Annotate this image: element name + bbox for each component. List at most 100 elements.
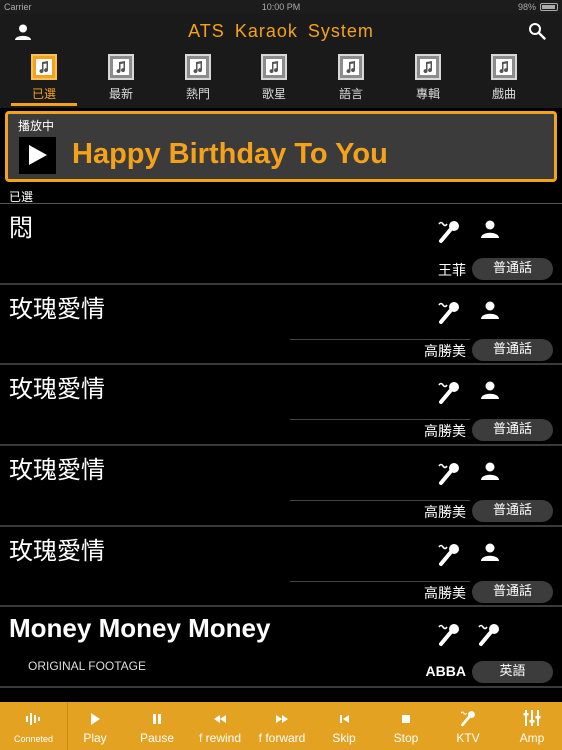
song-artist: 王菲	[438, 263, 466, 279]
music-note-icon	[415, 54, 441, 80]
microphone-icon[interactable]	[436, 218, 462, 244]
song-title: 悶	[9, 214, 33, 242]
app-title: ATS Karaok System	[188, 21, 374, 41]
tab-popular[interactable]: 熱門	[165, 54, 231, 106]
song-artist: 高勝美	[424, 585, 466, 602]
fast-forward-icon	[276, 715, 288, 723]
microphone-icon[interactable]	[436, 299, 462, 325]
clock: 10:00 PM	[261, 2, 301, 12]
now-playing-play-button[interactable]	[19, 137, 56, 174]
pause-label: Pause	[139, 731, 175, 745]
song-title: Money Money Money	[9, 613, 271, 644]
fast-forward-label: f forward	[258, 731, 306, 745]
tab-label: 語言	[338, 87, 363, 101]
language-badge: 普通話	[472, 338, 553, 361]
now-playing-song-title: Happy Birthday To You	[72, 138, 388, 170]
music-note-icon	[261, 54, 287, 80]
playback-toolbar: Conneted Play Pause f rewind f forward S…	[0, 702, 562, 750]
pause-button[interactable]: Pause	[130, 702, 184, 750]
song-title: 玫瑰愛情	[9, 294, 105, 323]
rewind-label: f rewind	[198, 731, 242, 745]
rewind-button[interactable]: f rewind	[192, 702, 248, 750]
now-playing-panel: 播放中 Happy Birthday To You	[5, 111, 557, 182]
connection-label: Conneted	[13, 734, 54, 744]
tab-label: 歌星	[261, 87, 286, 101]
person-icon[interactable]	[480, 381, 500, 400]
equalizer-icon	[523, 710, 541, 726]
person-icon[interactable]	[480, 462, 500, 481]
person-icon[interactable]	[480, 220, 500, 238]
tab-selected[interactable]: 已選	[11, 54, 77, 106]
music-note-icon	[491, 54, 517, 80]
app-header: ATS Karaok System	[0, 14, 562, 48]
tab-languages[interactable]: 語言	[318, 54, 384, 106]
tab-label: 熱門	[185, 87, 210, 101]
waveform-icon	[25, 713, 40, 725]
microphone-icon[interactable]	[436, 541, 462, 567]
stop-label: Stop	[393, 731, 419, 745]
fast-forward-button[interactable]: f forward	[254, 702, 310, 750]
language-badge: 普通話	[472, 580, 553, 603]
now-playing-label: 播放中	[18, 119, 55, 133]
music-note-icon	[31, 54, 57, 80]
search-icon[interactable]	[528, 22, 546, 40]
skip-label: Skip	[332, 731, 356, 745]
song-artist: 高勝美	[424, 343, 466, 360]
tab-artists[interactable]: 歌星	[241, 54, 307, 106]
tab-opera[interactable]: 戲曲	[471, 54, 537, 106]
microphone-icon[interactable]	[436, 379, 462, 405]
play-label: Play	[83, 731, 107, 745]
tab-label: 戲曲	[491, 87, 516, 101]
song-artist: 高勝美	[424, 505, 466, 522]
tab-label: 專輯	[415, 87, 440, 101]
play-icon	[29, 145, 47, 165]
microphone-icon	[460, 711, 475, 727]
rewind-icon	[214, 715, 226, 723]
skip-icon	[340, 715, 349, 723]
language-badge: 普通話	[472, 419, 553, 442]
divider	[290, 419, 470, 421]
amp-button[interactable]: Amp	[510, 702, 554, 750]
song-row[interactable]: Money Money Money ORIGINAL FOOTAGE ABBA …	[0, 607, 562, 689]
pause-icon	[153, 714, 161, 724]
ktv-label: KTV	[456, 731, 480, 745]
music-note-icon	[185, 54, 211, 80]
song-row[interactable]: 玫瑰愛情 高勝美 普通話	[0, 527, 562, 608]
person-icon[interactable]	[480, 301, 500, 319]
language-badge: 英語	[472, 661, 553, 684]
song-title: 玫瑰愛情	[9, 456, 105, 485]
language-badge: 普通話	[472, 500, 553, 523]
song-title: 玫瑰愛情	[9, 536, 105, 565]
stop-button[interactable]: Stop	[384, 702, 428, 750]
battery-icon	[540, 3, 558, 11]
stop-icon	[402, 715, 410, 723]
ktv-button[interactable]: KTV	[446, 702, 490, 750]
category-tabs: 已選 最新 熱門 歌星 語言 專輯 戲曲	[0, 48, 562, 108]
music-note-icon	[108, 54, 134, 80]
tab-label: 已選	[31, 87, 56, 101]
microphone-icon[interactable]	[476, 621, 502, 647]
skip-button[interactable]: Skip	[322, 702, 366, 750]
song-row[interactable]: 玫瑰愛情 高勝美 普通話	[0, 285, 562, 366]
divider	[290, 580, 470, 582]
play-button[interactable]: Play	[70, 702, 120, 750]
music-note-icon	[338, 54, 364, 80]
play-icon	[91, 713, 100, 725]
battery-percent: 98%	[517, 2, 536, 12]
tab-newest[interactable]: 最新	[88, 54, 154, 106]
tab-label: 最新	[108, 87, 133, 101]
status-bar: Carrier 10:00 PM 98%	[0, 0, 562, 14]
divider	[290, 500, 470, 502]
song-row[interactable]: 玫瑰愛情 高勝美 普通話	[0, 446, 562, 527]
person-icon[interactable]	[480, 543, 500, 561]
divider	[290, 338, 470, 340]
song-row[interactable]: 悶 王菲 普通話	[0, 204, 562, 285]
song-queue-list: 悶 王菲 普通話 玫瑰愛情 高勝美 普通話 玫瑰愛情 高勝美 普通話 玫瑰愛情 …	[0, 204, 562, 700]
connection-status[interactable]: Conneted	[0, 702, 68, 750]
microphone-icon[interactable]	[436, 460, 462, 486]
song-artist: ABBA	[425, 663, 466, 680]
song-row[interactable]: 玫瑰愛情 高勝美 普通話	[0, 365, 562, 447]
microphone-icon[interactable]	[436, 621, 462, 647]
song-subtitle: ORIGINAL FOOTAGE	[28, 659, 147, 674]
tab-albums[interactable]: 專輯	[395, 54, 461, 106]
